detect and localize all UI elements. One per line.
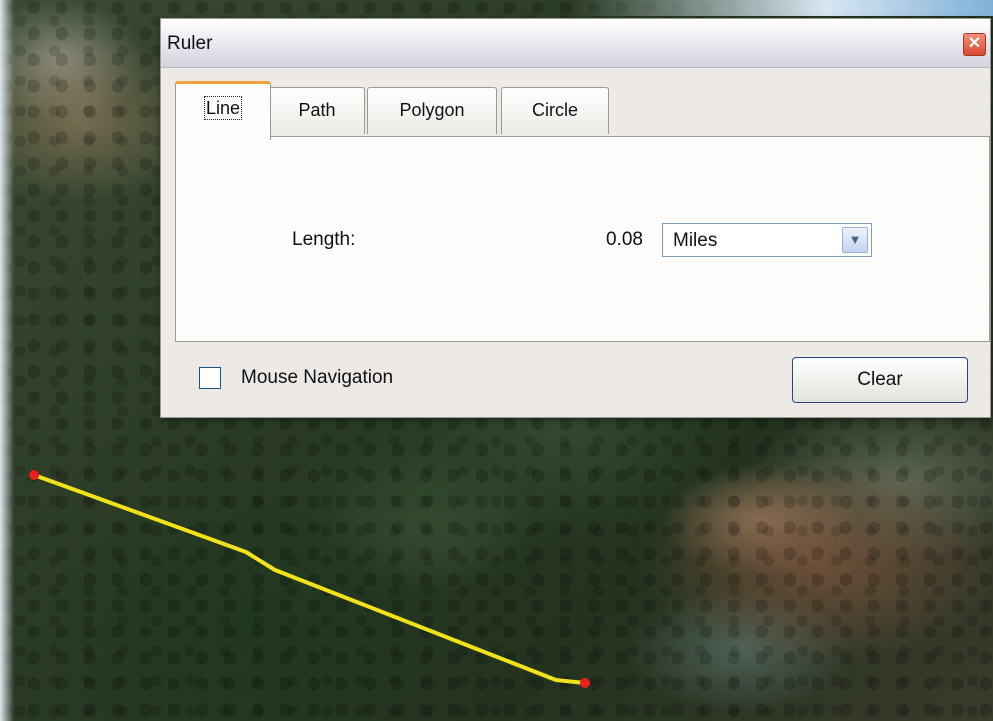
tab-line[interactable]: Line [175, 81, 271, 140]
line-tab-panel: Length: 0.08 Miles ▼ [175, 136, 990, 342]
close-icon: ✕ [967, 35, 982, 52]
tab-polygon[interactable]: Polygon [367, 87, 497, 134]
tab-circle[interactable]: Circle [501, 87, 609, 134]
clear-button[interactable]: Clear [792, 357, 968, 403]
length-value: 0.08 [606, 229, 643, 250]
unit-dropdown[interactable]: Miles ▼ [662, 223, 872, 257]
measured-line [32, 473, 587, 685]
tab-line-label: Line [203, 96, 243, 120]
ruler-dialog: Ruler ✕ Line Path Polygon Circle Length:… [160, 18, 991, 418]
dialog-title: Ruler [167, 33, 213, 54]
dialog-titlebar[interactable]: Ruler ✕ [161, 19, 990, 68]
length-label: Length: [292, 229, 356, 250]
line-end-point[interactable] [580, 678, 590, 688]
tab-circle-label: Circle [531, 100, 578, 120]
chevron-down-icon[interactable]: ▼ [842, 227, 868, 253]
clear-button-label: Clear [857, 369, 903, 390]
mouse-navigation-label[interactable]: Mouse Navigation [241, 367, 393, 389]
tab-polygon-label: Polygon [399, 100, 465, 120]
tab-path-label: Path [298, 100, 336, 120]
close-button[interactable]: ✕ [963, 33, 986, 56]
unit-selected-value: Miles [673, 230, 718, 251]
tab-path[interactable]: Path [269, 87, 365, 134]
line-start-point[interactable] [29, 470, 39, 480]
mouse-navigation-checkbox[interactable] [199, 367, 221, 389]
